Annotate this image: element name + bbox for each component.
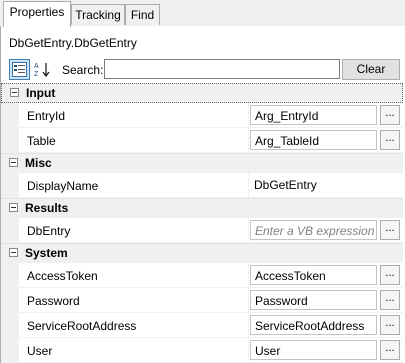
property-name: AccessToken	[27, 269, 98, 283]
ellipsis-button[interactable]: ...	[380, 265, 400, 285]
collapse-icon[interactable]	[9, 203, 18, 212]
column-divider	[248, 128, 249, 152]
ellipsis-button[interactable]: ...	[380, 340, 400, 360]
category-label: Results	[25, 201, 69, 215]
row-gutter	[1, 103, 19, 127]
property-value-field[interactable]: AccessToken	[250, 265, 377, 285]
property-name: User	[27, 344, 53, 358]
tab-properties[interactable]: Properties	[3, 1, 71, 27]
collapse-icon[interactable]	[9, 158, 18, 167]
ellipsis-button[interactable]: ...	[380, 220, 400, 240]
ellipsis-button[interactable]: ...	[380, 290, 400, 310]
property-row-accesstoken: AccessToken AccessToken ...	[1, 263, 403, 288]
property-row-entryid: EntryId Arg_EntryId ...	[1, 103, 403, 128]
alphabetical-sort-button[interactable]: A Z	[32, 59, 53, 80]
property-row-password: Password Password ...	[1, 288, 403, 313]
property-name: Password	[27, 294, 80, 308]
property-row-table: Table Arg_TableId ...	[1, 128, 403, 153]
property-name: Table	[27, 134, 56, 148]
collapse-icon[interactable]	[9, 248, 18, 257]
toolbar: A Z Search: Clear	[1, 58, 405, 82]
categorized-view-button[interactable]	[9, 59, 30, 80]
property-row-dbentry: DbEntry Enter a VB expression ...	[1, 218, 403, 243]
row-gutter	[1, 173, 19, 197]
row-gutter	[1, 313, 19, 337]
property-row-servicerootaddress: ServiceRootAddress ServiceRootAddress ..…	[1, 313, 403, 338]
category-label: Misc	[25, 156, 52, 170]
category-label: Input	[26, 86, 56, 100]
property-row-user: User User ...	[1, 338, 403, 363]
property-name: ServiceRootAddress	[27, 319, 137, 333]
tab-strip: Properties Tracking Find	[0, 0, 405, 27]
column-divider	[248, 103, 249, 127]
column-divider	[248, 263, 249, 287]
row-gutter	[1, 288, 19, 312]
tab-tracking[interactable]: Tracking	[71, 4, 125, 25]
svg-text:Z: Z	[34, 71, 39, 78]
svg-text:A: A	[34, 63, 39, 70]
ellipsis-button[interactable]: ...	[380, 105, 400, 125]
property-name: DbEntry	[27, 224, 71, 238]
property-value-field[interactable]: Arg_EntryId	[250, 105, 377, 125]
property-value-field[interactable]: Enter a VB expression	[250, 220, 377, 240]
properties-panel: Properties Tracking Find DbGetEntry.DbGe…	[0, 0, 405, 363]
property-value-field[interactable]: User	[250, 340, 377, 360]
property-value-field[interactable]: ServiceRootAddress	[250, 315, 377, 335]
categorized-view-icon	[12, 62, 27, 77]
row-gutter	[1, 263, 19, 287]
ellipsis-button[interactable]: ...	[380, 315, 400, 335]
category-misc[interactable]: Misc	[1, 153, 403, 173]
property-row-displayname: DisplayName DbGetEntry	[1, 173, 403, 198]
row-gutter	[1, 128, 19, 152]
category-input[interactable]: Input	[1, 83, 403, 103]
column-divider	[248, 288, 249, 312]
search-label: Search:	[62, 63, 104, 77]
clear-button[interactable]: Clear	[342, 59, 400, 80]
column-divider	[248, 173, 249, 197]
search-input[interactable]	[104, 59, 340, 79]
property-value-field[interactable]: Arg_TableId	[250, 130, 377, 150]
column-divider	[248, 218, 249, 242]
row-gutter	[1, 338, 19, 362]
row-gutter	[1, 218, 19, 242]
property-value-field[interactable]: DbGetEntry	[250, 175, 377, 195]
tab-find[interactable]: Find	[125, 4, 160, 25]
property-name: EntryId	[27, 109, 66, 123]
column-divider	[248, 338, 249, 362]
category-results[interactable]: Results	[1, 198, 403, 218]
properties-body: DbGetEntry.DbGetEntry A Z Search: Clear …	[0, 26, 405, 363]
alphabetical-sort-icon: A Z	[34, 63, 50, 78]
column-divider	[248, 313, 249, 337]
property-name: DisplayName	[27, 179, 99, 193]
category-label: System	[25, 246, 68, 260]
category-system[interactable]: System	[1, 243, 403, 263]
selected-type-name: DbGetEntry.DbGetEntry	[9, 36, 137, 50]
ellipsis-button[interactable]: ...	[380, 130, 400, 150]
collapse-icon[interactable]	[10, 88, 19, 97]
property-grid: Input EntryId Arg_EntryId ... Table Arg_…	[1, 83, 403, 363]
property-value-field[interactable]: Password	[250, 290, 377, 310]
